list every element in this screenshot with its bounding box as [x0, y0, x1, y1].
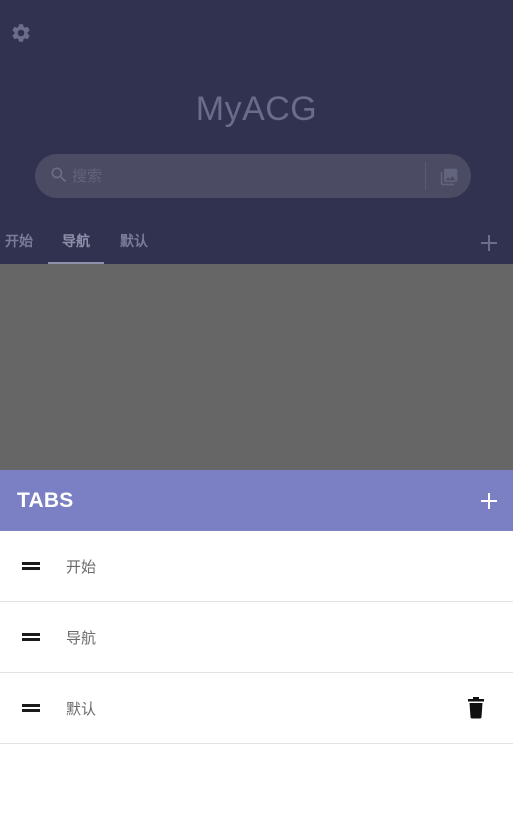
add-tab-button[interactable] [476, 230, 502, 256]
tab-label: 开始 [5, 234, 33, 250]
tab-item-label: 开始 [66, 558, 97, 576]
tab-default[interactable]: 默认 [112, 222, 156, 264]
tab-list-item[interactable]: 默认 [0, 673, 513, 744]
gallery-button[interactable] [437, 165, 461, 189]
drag-handle[interactable] [20, 629, 42, 645]
sheet-header: TABS [0, 470, 513, 531]
tab-navigation[interactable]: 导航 [48, 222, 104, 264]
gear-icon [12, 24, 30, 42]
drag-handle-icon [22, 633, 40, 641]
app-title: MyACG [195, 90, 318, 128]
dimmed-content-area[interactable] [0, 264, 513, 470]
tab-item-label: 导航 [66, 629, 97, 647]
app-header: MyACG 开始 导航 默认 [0, 0, 513, 264]
search-divider [425, 162, 426, 190]
tab-start[interactable]: 开始 [0, 222, 38, 264]
tabs-bottom-sheet: TABS 开始 导航 默认 [0, 470, 513, 830]
search-icon [51, 167, 67, 183]
image-gallery-icon [440, 168, 458, 186]
tab-label: 默认 [120, 234, 148, 250]
tab-list-item[interactable]: 导航 [0, 602, 513, 673]
tab-label: 导航 [62, 234, 90, 250]
plus-icon [481, 493, 497, 509]
tab-list-item[interactable]: 开始 [0, 531, 513, 602]
tab-strip: 开始 导航 默认 [0, 222, 513, 264]
search-input[interactable] [72, 165, 412, 187]
delete-tab-button[interactable] [464, 694, 488, 722]
settings-button[interactable] [8, 20, 34, 46]
tab-item-label: 默认 [66, 700, 97, 718]
sheet-title: TABS [17, 489, 74, 512]
drag-handle-icon [22, 704, 40, 712]
drag-handle[interactable] [20, 558, 42, 574]
plus-icon [481, 235, 497, 251]
drag-handle[interactable] [20, 700, 42, 716]
search-bar[interactable] [35, 154, 471, 198]
drag-handle-icon [22, 562, 40, 570]
trash-icon [468, 697, 484, 719]
add-tab-button[interactable] [476, 488, 502, 514]
